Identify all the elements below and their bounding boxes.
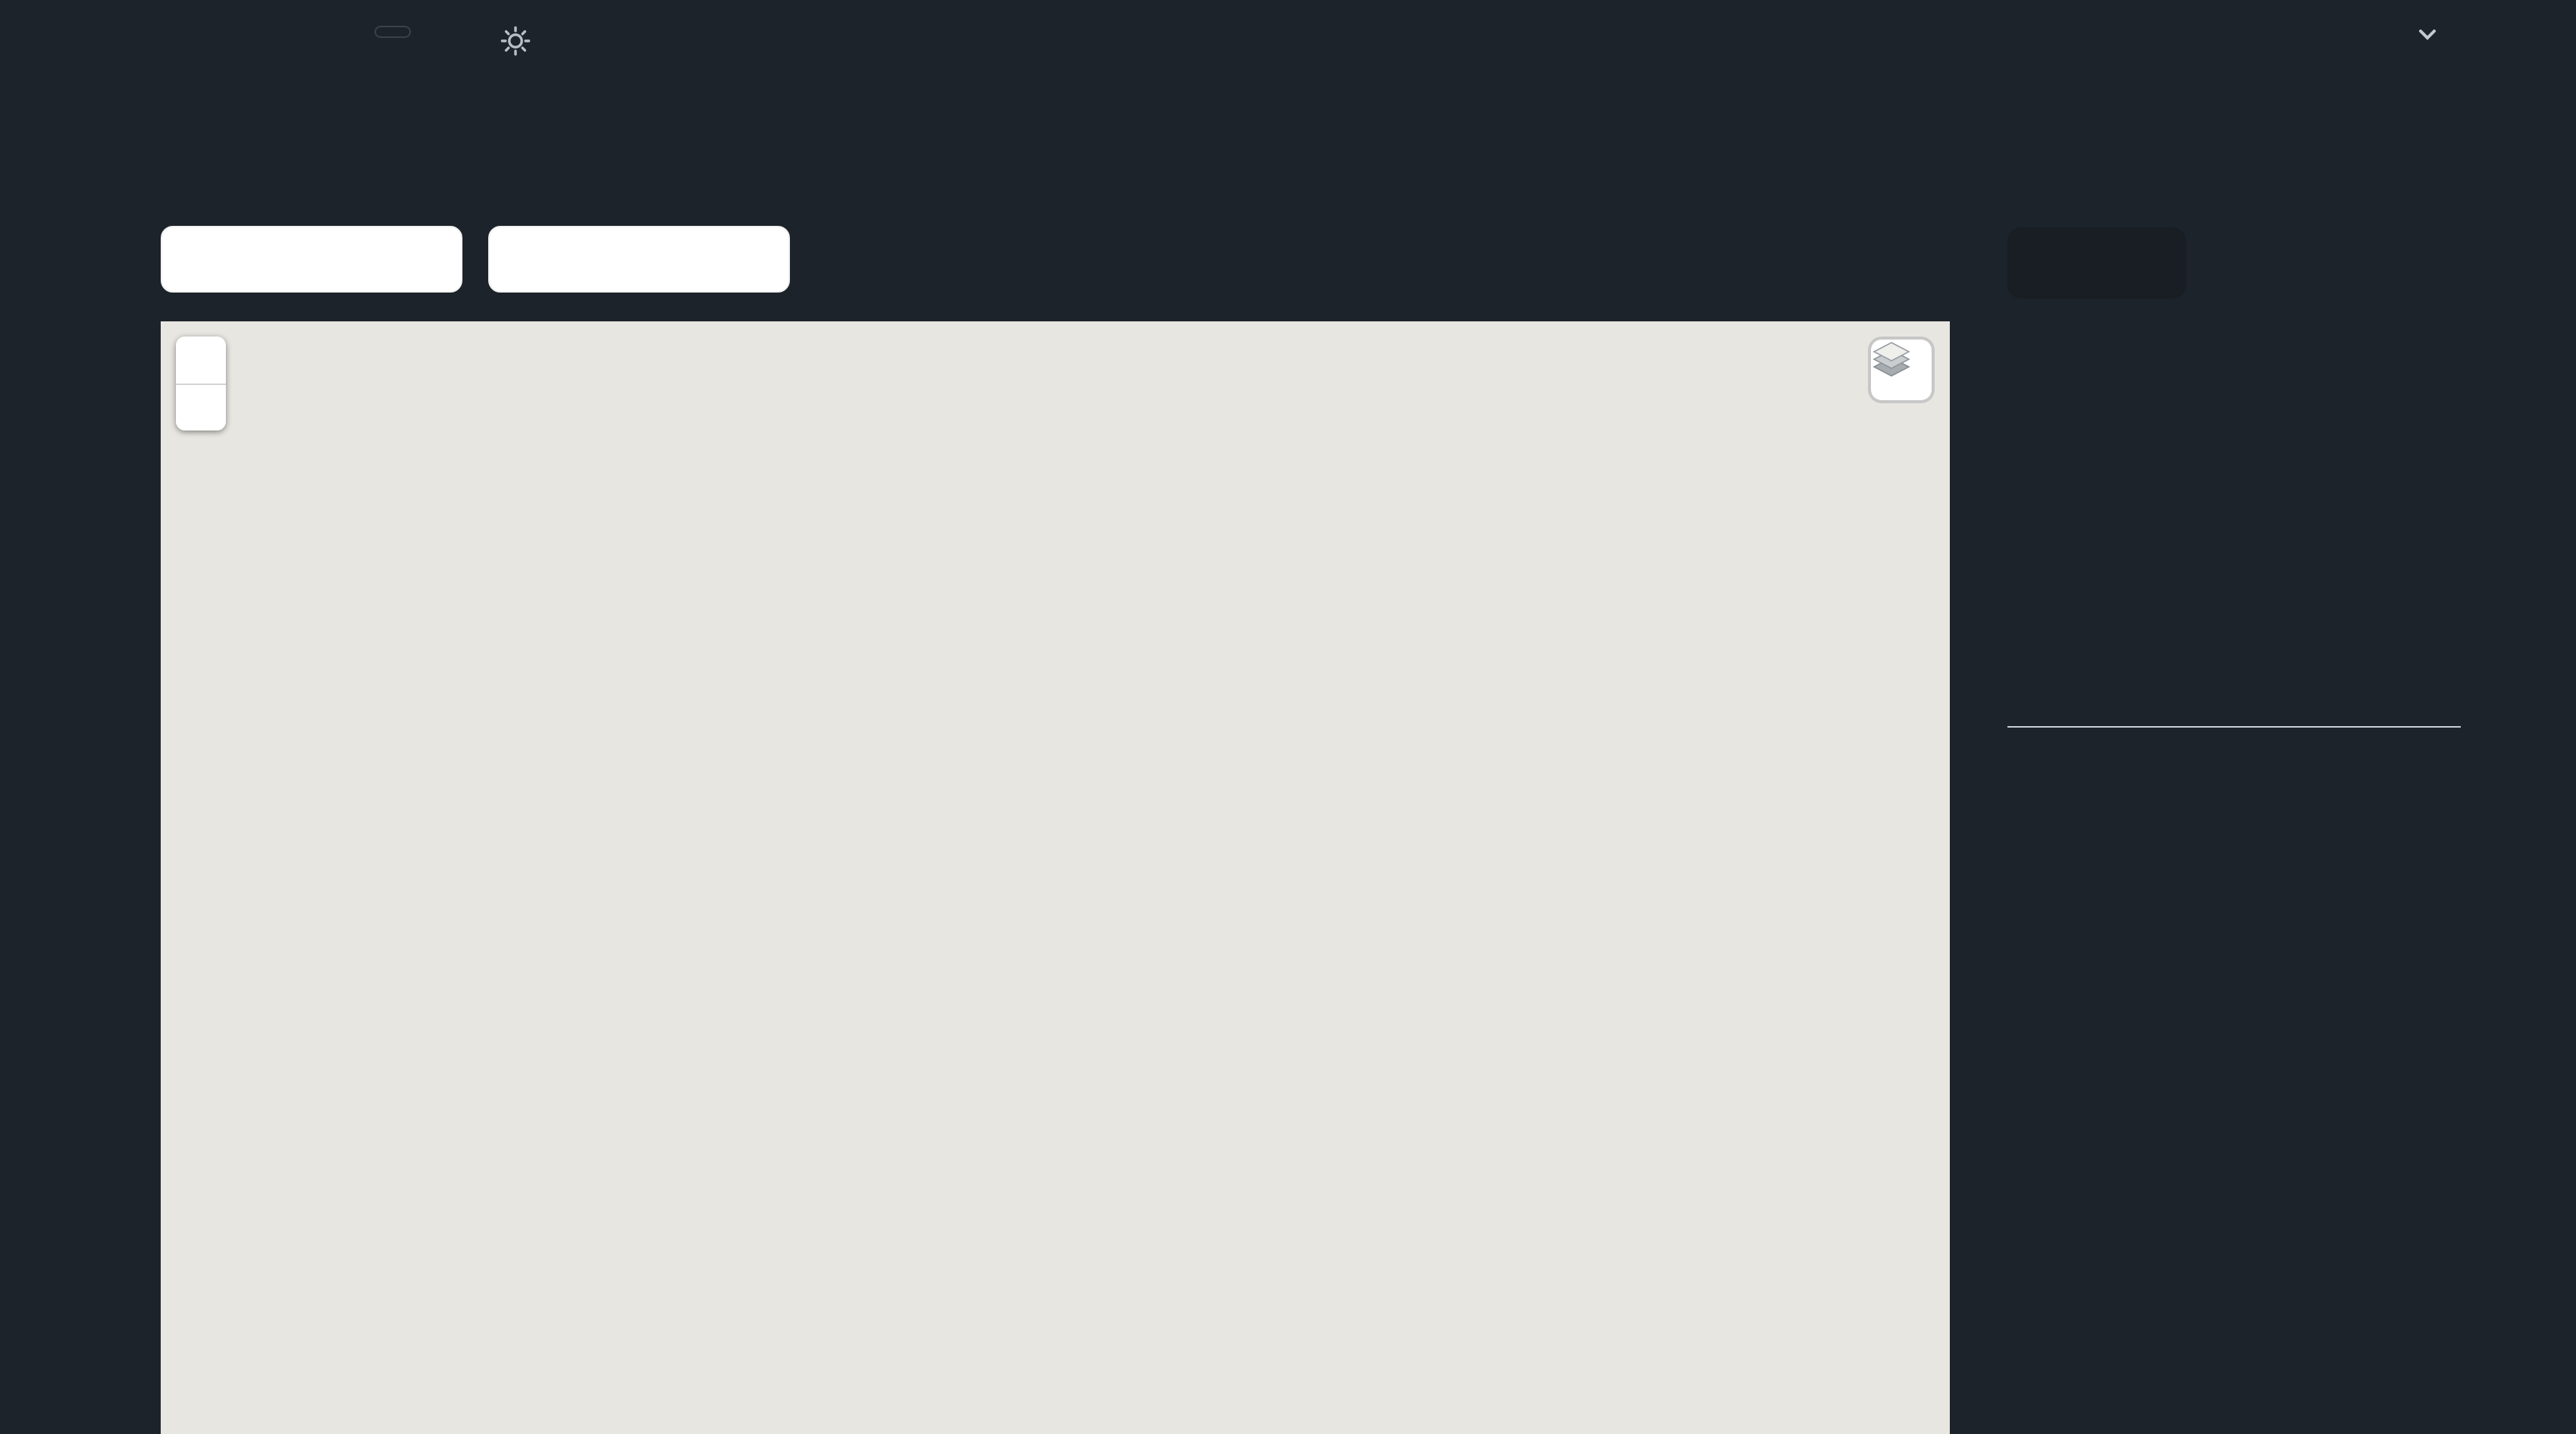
chevron-down-icon bbox=[2418, 29, 2437, 41]
sun-icon bbox=[500, 26, 531, 56]
map[interactable] bbox=[161, 321, 1950, 1434]
zoom-control bbox=[176, 337, 226, 431]
zoom-out-button[interactable] bbox=[176, 384, 226, 431]
select-year-button[interactable] bbox=[2007, 227, 2186, 299]
sidebar-divider bbox=[2007, 726, 2461, 728]
zoom-in-button[interactable] bbox=[176, 337, 226, 384]
end-at-input[interactable] bbox=[488, 226, 790, 293]
layers-control[interactable] bbox=[1868, 337, 1935, 403]
layers-icon bbox=[1871, 340, 1912, 379]
start-at-input[interactable] bbox=[161, 226, 462, 293]
app-root bbox=[0, 0, 2576, 1434]
user-menu[interactable] bbox=[2396, 27, 2446, 42]
theme-toggle-sun-icon[interactable] bbox=[500, 26, 531, 56]
version-badge bbox=[374, 26, 411, 38]
map-track-overlay bbox=[161, 321, 1950, 1434]
